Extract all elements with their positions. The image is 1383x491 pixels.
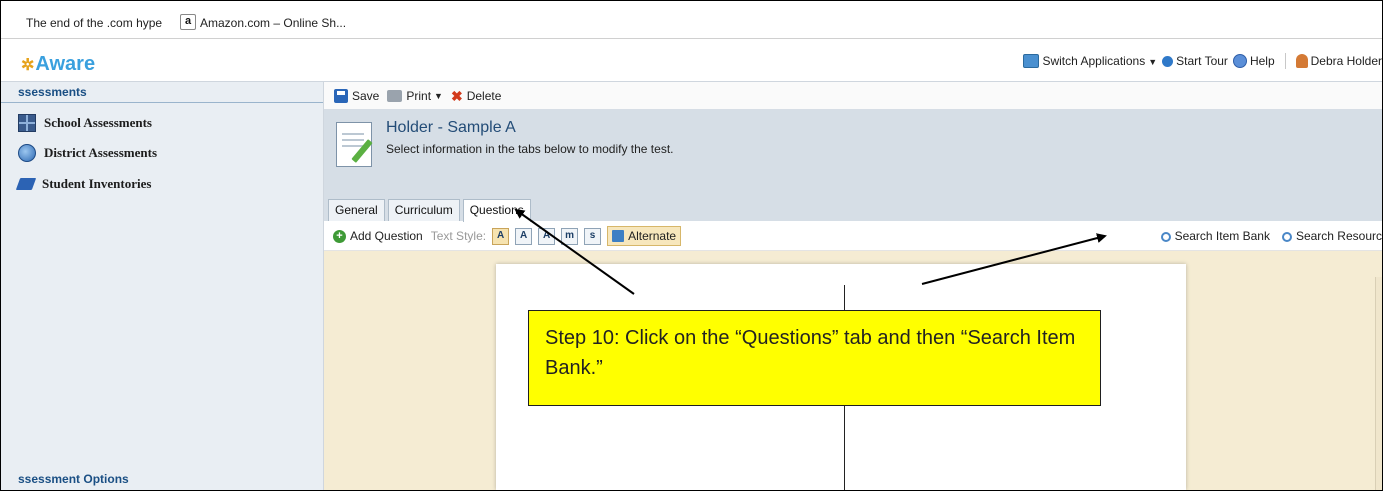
search-resources-button[interactable]: Search Resourc [1281,229,1382,243]
print-label: Print [406,88,432,103]
alternate-icon [612,230,625,242]
help-icon [1232,54,1247,69]
top-nav: Switch Applications ▼ Start Tour Help Deb… [1023,53,1382,69]
sidebar-item-label: School Assessments [44,115,152,130]
save-label: Save [352,88,380,103]
text-style-label: Text Style: [430,229,487,243]
printer-icon [387,89,403,102]
school-building-icon [18,114,36,132]
print-button[interactable]: Print ▼ [387,89,443,103]
scrollbar[interactable] [1375,277,1382,490]
help-link[interactable]: Help [1232,53,1275,69]
text-style-button-1[interactable]: A [492,227,510,245]
logo-sparkle-icon: ✲ [21,57,35,74]
alternate-button[interactable]: Alternate [607,226,682,246]
alternate-label: Alternate [628,229,677,243]
toolbar: Save Print ▼ ✖ Delete [324,82,1382,110]
favorite-link-com-hype[interactable]: The end of the .com hype [26,16,162,30]
favorite-link-amazon[interactable]: Amazon.com – Online Sh... [200,16,346,30]
tab-general[interactable]: General [328,199,385,221]
search-resources-label: Search Resourc [1295,229,1382,243]
sidebar-item-school-assessments[interactable]: School Assessments [1,112,152,134]
nav-divider [1284,53,1286,69]
delete-x-icon: ✖ [450,87,463,104]
switch-applications-label: Switch Applications [1042,53,1146,68]
text-style-button-5[interactable]: s [584,227,602,245]
test-title: Holder - Sample A [386,119,516,136]
tab-questions[interactable]: Questions [462,199,531,222]
save-button[interactable]: Save [334,88,380,103]
questions-toolbar: + Add Question Text Style: A A A m s Alte… [324,222,1382,251]
amazon-icon: a [180,14,196,30]
sidebar-item-student-inventories[interactable]: Student Inventories [1,173,151,195]
switch-applications-icon [1023,54,1040,69]
chevron-down-icon: ▼ [1148,56,1158,67]
logo-text: Aware [35,53,96,75]
sidebar-item-label: District Assessments [44,145,158,160]
text-style-button-4[interactable]: m [561,227,579,245]
text-style-button-2[interactable]: A [515,227,533,245]
save-disk-icon [334,88,348,103]
search-item-bank-button[interactable]: Search Item Bank [1160,229,1270,243]
tab-curriculum[interactable]: Curriculum [387,199,460,221]
user-name: Debra Holder [1310,53,1382,68]
app-header: ✲Aware Switch Applications ▼ Start Tour H… [1,39,1382,82]
delete-label: Delete [466,88,502,103]
user-menu[interactable]: Debra Holder [1295,53,1382,69]
delete-button[interactable]: ✖ Delete [451,89,501,103]
plus-circle-icon: + [333,229,346,243]
sidebar-item-district-assessments[interactable]: District Assessments [1,142,157,164]
sidebar-item-label: Student Inventories [42,176,152,191]
start-tour-link[interactable]: Start Tour [1162,54,1228,68]
tour-icon [1162,56,1174,68]
start-tour-label: Start Tour [1176,54,1228,68]
search-item-bank-label: Search Item Bank [1174,229,1270,243]
globe-icon [18,144,36,162]
assessment-options-header[interactable]: ssessment Options [18,472,129,486]
book-icon [15,178,37,190]
switch-applications-menu[interactable]: Switch Applications ▼ [1023,54,1157,69]
sidebar-header: ssessments [1,82,323,103]
user-icon [1295,54,1308,69]
instruction-callout: Step 10: Click on the “Questions” tab an… [528,310,1101,406]
favorites-bar: The end of the .com hype a Amazon.com – … [1,1,1382,39]
add-question-button[interactable]: + Add Question [333,229,423,243]
search-links: Search Item Bank Search Resourc [1160,229,1382,243]
tab-strip: General Curriculum Questions [328,199,531,222]
sidebar-header-label: ssessments [18,85,87,99]
magnifier-icon [1160,231,1171,242]
main-panel: Save Print ▼ ✖ Delete Holder - Sample A Se… [324,82,1382,490]
aware-logo[interactable]: ✲Aware [21,53,95,76]
magnifier-icon [1281,231,1292,242]
sidebar: ssessments School Assessments District A… [1,82,324,490]
help-label: Help [1249,53,1275,68]
text-style-button-3[interactable]: A [538,227,556,245]
add-question-label: Add Question [350,229,423,243]
chevron-down-icon: ▼ [434,90,443,101]
test-instructions: Select information in the tabs below to … [386,142,674,156]
screenshot-frame: The end of the .com hype a Amazon.com – … [0,0,1383,491]
test-header: Holder - Sample A Select information in … [324,110,1382,222]
